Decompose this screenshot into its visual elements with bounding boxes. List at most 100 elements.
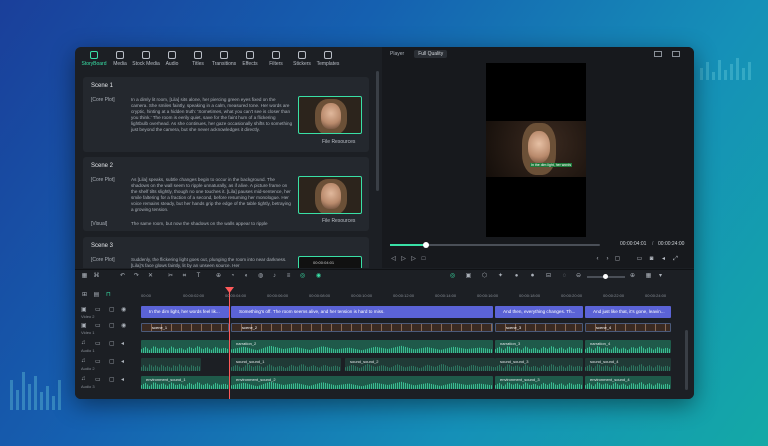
magnet-icon[interactable]: ⊓ <box>105 292 112 299</box>
audio-clip[interactable]: sound_sound_4 <box>585 358 671 371</box>
ai-icon[interactable]: ◎ <box>299 273 306 280</box>
audio-clip[interactable]: environment_sound_2 <box>231 376 493 389</box>
scene-thumbnail[interactable]: 00:00:04:01 <box>298 256 362 268</box>
play-icon[interactable]: ▷ <box>400 256 407 263</box>
adjust-icon[interactable]: ≡ <box>285 273 292 280</box>
lock-icon[interactable]: ▢ <box>109 358 115 365</box>
file-resources-link[interactable]: File Resources <box>322 139 355 145</box>
folder-icon[interactable]: ▭ <box>95 358 101 365</box>
video-clip[interactable]: scene_2 <box>231 323 493 332</box>
tool-titles[interactable]: Titles <box>185 48 211 70</box>
scene-thumbnail[interactable] <box>298 176 362 214</box>
speaker-icon[interactable]: ◂ <box>121 340 124 347</box>
audio-clip[interactable]: narration_4 <box>585 340 671 353</box>
audio-clip[interactable]: narration_3 <box>495 340 583 353</box>
grid-icon[interactable]: ▦ <box>645 273 652 280</box>
audio-icon[interactable]: ♪ <box>271 273 278 280</box>
audio-clip[interactable]: environment_sound_4 <box>585 376 671 389</box>
scene-thumbnail[interactable] <box>298 96 362 134</box>
audio-clip[interactable]: sound_sound_3 <box>495 358 583 371</box>
speaker-icon[interactable]: ◂ <box>121 376 124 383</box>
marker-icon[interactable]: ▣ <box>465 273 472 280</box>
lock-icon[interactable]: ▢ <box>109 306 115 313</box>
color-icon[interactable]: ◐ <box>243 273 250 280</box>
progress-knob[interactable] <box>422 242 429 248</box>
title-clip[interactable]: And then, everything changes. Th... <box>495 306 583 318</box>
title-clip[interactable]: In the dim light, her words feel lik... <box>141 306 229 318</box>
zoom-slider-knob[interactable] <box>603 274 608 279</box>
tool-audio[interactable]: Audio <box>159 48 185 70</box>
next-marker-icon[interactable]: › <box>604 256 611 263</box>
redo-icon[interactable]: ↷ <box>133 273 140 280</box>
timeline-scrollbar[interactable] <box>685 330 688 390</box>
quality-select[interactable]: Full Quality <box>414 50 448 58</box>
tool-filters[interactable]: Filters <box>263 48 289 70</box>
crop-icon[interactable]: ⌗ <box>181 273 188 280</box>
video-clip[interactable]: scene_4 <box>585 323 671 332</box>
volume-icon[interactable]: ◂ <box>660 256 667 263</box>
stop-icon[interactable]: □ <box>420 256 427 263</box>
auto-icon[interactable]: ◎ <box>449 273 456 280</box>
audio-clip[interactable]: sound_sound_2 <box>345 358 495 371</box>
effects-timeline-icon[interactable]: ✦ <box>497 273 504 280</box>
voice-icon[interactable]: ⏺ <box>529 273 536 280</box>
record-icon[interactable]: ◌ <box>561 273 568 280</box>
snap-icon[interactable]: ⊟ <box>545 273 552 280</box>
audio-clip[interactable] <box>141 340 229 353</box>
prev-marker-icon[interactable]: ‹ <box>594 256 601 263</box>
fit-icon[interactable]: ▢ <box>614 256 621 263</box>
link-icon[interactable]: ⌘ <box>93 273 100 280</box>
text-icon[interactable]: T <box>195 273 202 280</box>
zoom-slider[interactable] <box>587 274 625 279</box>
split-icon[interactable]: ✂ <box>167 273 174 280</box>
camera-icon[interactable]: ◙ <box>648 256 655 263</box>
folder-icon[interactable]: ▭ <box>95 340 101 347</box>
lock-icon[interactable]: ▢ <box>109 376 115 383</box>
audio-clip[interactable] <box>141 358 201 371</box>
monitor-icon[interactable]: ▭ <box>636 256 643 263</box>
zoom-icon[interactable]: ⊕ <box>215 273 222 280</box>
add-track-icon[interactable]: ⊞ <box>81 292 88 299</box>
audio-clip[interactable]: sound_sound_1 <box>231 358 341 371</box>
tool-storyboard[interactable]: StoryBoard <box>81 48 107 70</box>
playback-progress[interactable] <box>390 242 600 248</box>
step-forward-icon[interactable]: ▷ <box>410 256 417 263</box>
storyboard-scrollbar[interactable] <box>376 71 379 191</box>
title-clip[interactable]: Something's off. The room seems alive, a… <box>231 306 493 318</box>
audio-clip[interactable]: environment_sound_1 <box>141 376 229 389</box>
shield-icon[interactable]: ⬡ <box>481 273 488 280</box>
track-layout-icon[interactable]: ▤ <box>93 292 100 299</box>
folder-icon[interactable]: ▭ <box>95 306 101 313</box>
tool-stickers[interactable]: Stickers <box>289 48 315 70</box>
video-clip[interactable]: scene_3 <box>495 323 583 332</box>
mic-icon[interactable]: ● <box>513 273 520 280</box>
delete-icon[interactable]: ✕ <box>147 273 154 280</box>
eye-icon[interactable]: ◉ <box>121 306 126 313</box>
scene-card-3[interactable]: Scene 3 [Core Plot] Suddenly, the flicke… <box>83 237 369 268</box>
title-clip[interactable]: And just like that, it's gone, leavin... <box>585 306 671 318</box>
tool-stock-media[interactable]: Stock Media <box>132 48 160 70</box>
eye-icon[interactable]: ◉ <box>121 322 126 329</box>
tool-templates[interactable]: Templates <box>315 48 341 70</box>
timeline-ruler[interactable]: 00:00 00:00:02:00 00:00:04:00 00:00:06:0… <box>141 293 694 301</box>
mask-icon[interactable]: ◍ <box>257 273 264 280</box>
speed-icon[interactable]: ◔ <box>229 273 236 280</box>
tool-transitions[interactable]: Transitions <box>211 48 237 70</box>
zoom-out-icon[interactable]: ⊖ <box>575 273 582 280</box>
tool-effects[interactable]: Effects <box>237 48 263 70</box>
scene-card-1[interactable]: Scene 1 [Core Plot] In a dimly lit room,… <box>83 77 369 152</box>
lock-icon[interactable]: ▢ <box>109 340 115 347</box>
audio-clip[interactable]: narration_2 <box>231 340 493 353</box>
audio-clip[interactable]: environment_sound_3 <box>495 376 583 389</box>
video-preview[interactable]: In the dim light, her words <box>486 63 586 237</box>
playhead[interactable] <box>229 287 230 399</box>
image-icon[interactable] <box>672 51 680 57</box>
scene-card-2[interactable]: Scene 2 [Core Plot] As [Lila] speaks, su… <box>83 157 369 231</box>
speaker-icon[interactable]: ◂ <box>121 358 124 365</box>
snapshot-icon[interactable] <box>654 51 662 57</box>
fullscreen-icon[interactable]: ⤢ <box>672 256 679 263</box>
undo-icon[interactable]: ↶ <box>119 273 126 280</box>
folder-icon[interactable]: ▭ <box>95 376 101 383</box>
video-clip[interactable]: scene_1 <box>141 323 229 332</box>
tool-media[interactable]: Media <box>107 48 133 70</box>
